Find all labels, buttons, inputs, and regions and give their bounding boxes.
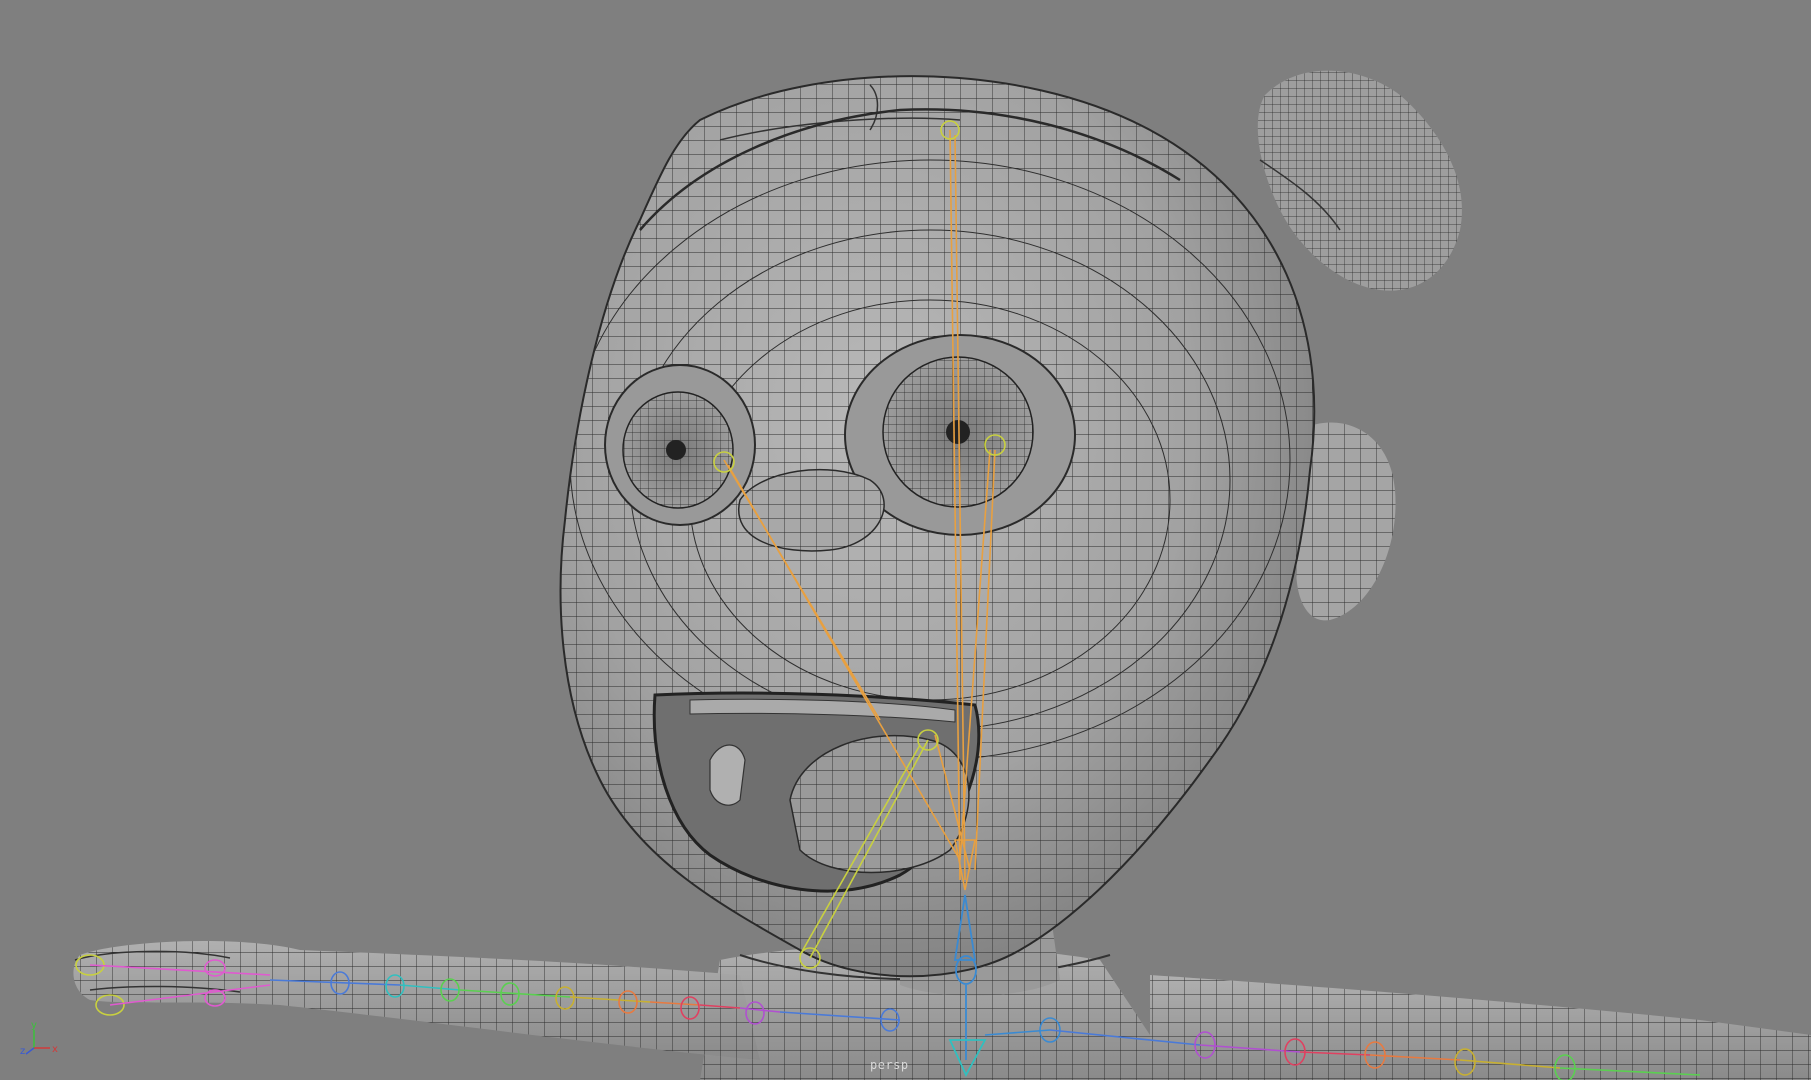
right-arm-mesh[interactable] [1150,975,1811,1080]
left-arm-mesh[interactable] [73,940,760,1060]
left-eye-mesh[interactable] [604,364,756,526]
camera-name-label: persp [870,1058,909,1072]
axis-z-label: z [20,1046,25,1057]
axis-y-label: y [31,1020,37,1031]
hair-bun-mesh[interactable] [1257,70,1462,291]
perspective-viewport[interactable]: y x z persp [0,0,1811,1080]
axis-x-label: x [52,1044,58,1055]
axis-gizmo: y x z [20,1020,58,1057]
